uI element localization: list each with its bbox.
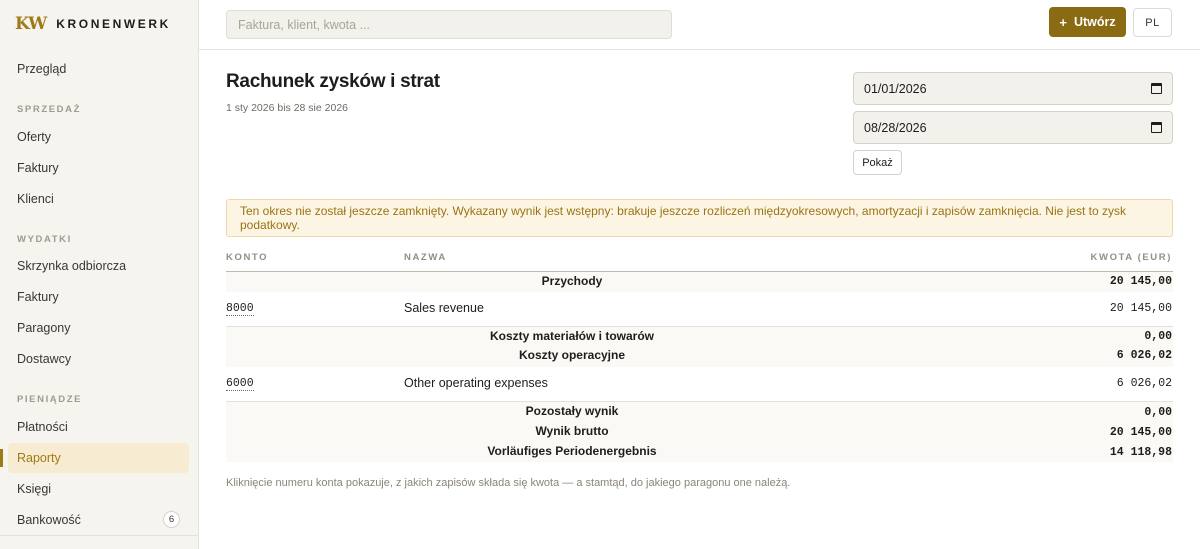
calendar-icon[interactable] (1151, 83, 1162, 94)
date-from-input[interactable]: 01/01/2026 (853, 72, 1173, 105)
summary-amount-preliminary-result: 14 118,98 (1109, 446, 1172, 459)
column-header-name: NAZWA (404, 252, 447, 263)
group-amount-operating: 6 026,02 (1116, 349, 1172, 362)
banking-count-badge: 6 (163, 511, 180, 528)
group-amount-materials: 0,00 (1144, 330, 1172, 343)
sidebar: KW KRONENWERK Przegląd SPRZEDAŻ Oferty F… (0, 0, 199, 549)
sidebar-item-offers[interactable]: Oferty (8, 122, 189, 152)
group-label-revenue: Przychody (541, 274, 603, 288)
summary-amount-gross-result: 20 145,00 (1109, 426, 1172, 439)
sidebar-section-expenses: WYDATKI (17, 234, 72, 245)
line-amount-sales-revenue: 20 145,00 (1109, 302, 1172, 315)
search-input[interactable] (226, 10, 672, 39)
sidebar-item-banking[interactable]: Bankowość 6 (8, 505, 189, 535)
page-title: Rachunek zysków i strat (226, 71, 440, 92)
line-amount-other-operating-expenses: 6 026,02 (1116, 377, 1172, 390)
sidebar-item-reports[interactable]: Raporty (8, 443, 189, 473)
top-bar: + Utwórz PL (199, 0, 1200, 50)
sidebar-item-suppliers[interactable]: Dostawcy (8, 344, 189, 374)
sidebar-item-clients[interactable]: Klienci (8, 184, 189, 214)
sidebar-item-inbox[interactable]: Skrzynka odbiorcza (8, 251, 189, 281)
group-label-operating: Koszty operacyjne (518, 348, 626, 362)
summary-label-other-result: Pozostały wynik (525, 404, 619, 418)
summary-label-preliminary-result: Vorläufiges Periodenergebnis (487, 444, 657, 458)
preliminary-notice: Ten okres nie został jeszcze zamknięty. … (226, 199, 1173, 237)
active-indicator (0, 449, 3, 467)
language-button[interactable]: PL (1133, 8, 1172, 37)
plus-icon: + (1059, 14, 1067, 30)
date-from-value: 01/01/2026 (864, 81, 927, 96)
brand-mark-icon: KW (15, 14, 47, 34)
account-link-8000[interactable]: 8000 (226, 302, 254, 316)
divider (0, 535, 199, 536)
account-link-6000[interactable]: 6000 (226, 377, 254, 391)
summary-amount-other-result: 0,00 (1144, 406, 1172, 419)
column-header-account: KONTO (226, 252, 269, 263)
sidebar-item-expense-invoices[interactable]: Faktury (8, 282, 189, 312)
table-footnote: Kliknięcie numeru konta pokazuje, z jaki… (226, 477, 791, 489)
sidebar-item-ledgers[interactable]: Księgi (8, 474, 189, 504)
calendar-icon[interactable] (1151, 122, 1162, 133)
group-amount-revenue: 20 145,00 (1109, 275, 1172, 288)
show-button[interactable]: Pokaż (853, 150, 902, 175)
column-header-amount: KWOTA (EUR) (1090, 252, 1172, 263)
group-label-materials: Koszty materiałów i towarów (489, 329, 655, 343)
sidebar-section-sales: SPRZEDAŻ (17, 104, 81, 115)
sidebar-item-label: Bankowość (17, 513, 81, 527)
sidebar-item-payments[interactable]: Płatności (8, 412, 189, 442)
sidebar-item-receipts[interactable]: Paragony (8, 313, 189, 343)
date-to-value: 08/28/2026 (864, 120, 927, 135)
brand-name: KRONENWERK (56, 17, 171, 31)
brand-logo[interactable]: KW KRONENWERK (15, 14, 171, 34)
summary-label-gross-result: Wynik brutto (535, 424, 609, 438)
account-name-other-operating-expenses: Other operating expenses (404, 376, 548, 390)
sidebar-item-sales-invoices[interactable]: Faktury (8, 153, 189, 183)
date-to-input[interactable]: 08/28/2026 (853, 111, 1173, 144)
sidebar-section-money: PIENIĄDZE (17, 394, 83, 405)
create-button[interactable]: + Utwórz (1049, 7, 1126, 37)
report-period: 1 sty 2026 bis 28 sie 2026 (226, 102, 349, 114)
account-name-sales-revenue: Sales revenue (404, 301, 484, 315)
create-button-label: Utwórz (1073, 15, 1116, 29)
sidebar-item-overview[interactable]: Przegląd (8, 54, 189, 84)
